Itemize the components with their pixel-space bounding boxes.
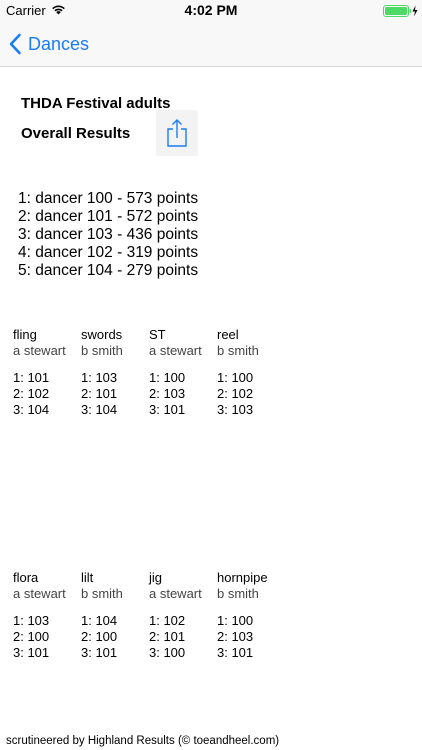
status-time: 4:02 PM	[184, 2, 238, 18]
placing: 2: 103	[149, 386, 186, 401]
dance-result-flora: flora a stewart 1: 103 2: 100 3: 101	[13, 570, 66, 661]
result-row: 2: dancer 101 - 572 points	[18, 208, 199, 225]
judge-name: a stewart	[13, 586, 66, 601]
placing: 3: 101	[217, 645, 254, 660]
placing: 2: 100	[81, 629, 118, 644]
placing: 3: 103	[217, 402, 254, 417]
placing: 2: 103	[217, 629, 254, 644]
placing: 3: 100	[149, 645, 186, 660]
placing: 1: 100	[217, 613, 254, 628]
placing: 2: 101	[81, 386, 118, 401]
judge-name: a stewart	[13, 343, 66, 358]
overall-results-list: 1: dancer 100 - 573 points 2: dancer 101…	[18, 190, 198, 280]
result-row: 3: dancer 103 - 436 points	[18, 226, 199, 243]
judge-name: a stewart	[149, 343, 202, 358]
dance-result-reel: reel b smith 1: 100 2: 102 3: 103	[217, 327, 259, 418]
judge-name: b smith	[81, 586, 123, 601]
placing: 1: 100	[149, 370, 186, 385]
result-row: 5: dancer 104 - 279 points	[18, 262, 199, 279]
navigation-bar: Dances	[0, 22, 422, 67]
placing: 3: 104	[13, 402, 50, 417]
judge-name: b smith	[217, 586, 259, 601]
placing: 3: 104	[81, 402, 118, 417]
results-heading: Overall Results	[21, 125, 131, 142]
dance-name: flora	[13, 570, 39, 585]
placing: 3: 101	[81, 645, 118, 660]
dance-name: hornpipe	[217, 570, 268, 585]
share-button[interactable]	[156, 110, 198, 156]
placing: 1: 103	[81, 370, 118, 385]
event-title: THDA Festival adults	[21, 95, 171, 112]
placing: 3: 101	[149, 402, 186, 417]
judge-name: a stewart	[149, 586, 202, 601]
dance-result-fling: fling a stewart 1: 101 2: 102 3: 104	[13, 327, 66, 418]
judge-name: b smith	[217, 343, 259, 358]
placing: 1: 100	[217, 370, 254, 385]
placing: 2: 102	[13, 386, 50, 401]
dance-name: jig	[149, 570, 163, 585]
placing: 2: 101	[149, 629, 186, 644]
dance-name: lilt	[81, 570, 94, 585]
result-row: 4: dancer 102 - 319 points	[18, 244, 199, 261]
dance-result-swords: swords b smith 1: 103 2: 101 3: 104	[81, 327, 123, 418]
result-row: 1: dancer 100 - 573 points	[18, 190, 199, 207]
dance-result-hornpipe: hornpipe b smith 1: 100 2: 103 3: 101	[217, 570, 268, 661]
back-button[interactable]: Dances	[8, 30, 89, 58]
share-icon	[167, 119, 187, 147]
status-bar: Carrier 4:02 PM	[0, 0, 422, 22]
placing: 3: 101	[13, 645, 50, 660]
placing: 1: 104	[81, 613, 118, 628]
dance-result-lilt: lilt b smith 1: 104 2: 100 3: 101	[81, 570, 123, 661]
placing: 2: 102	[217, 386, 254, 401]
footer-credit: scrutineered by Highland Results (© toea…	[6, 735, 280, 747]
placing: 1: 102	[149, 613, 186, 628]
dance-name: fling	[13, 327, 37, 342]
dance-name: ST	[149, 327, 166, 342]
placing: 1: 103	[13, 613, 50, 628]
dance-name: swords	[81, 327, 123, 342]
back-button-label: Dances	[28, 33, 90, 54]
judge-name: b smith	[81, 343, 123, 358]
dance-result-jig: jig a stewart 1: 102 2: 101 3: 100	[149, 570, 202, 661]
placing: 2: 100	[13, 629, 50, 644]
battery-charging-icon	[383, 5, 418, 17]
dance-result-st: ST a stewart 1: 100 2: 103 3: 101	[149, 327, 202, 418]
dance-name: reel	[217, 327, 239, 342]
chevron-left-icon	[9, 33, 21, 55]
placing: 1: 101	[13, 370, 50, 385]
